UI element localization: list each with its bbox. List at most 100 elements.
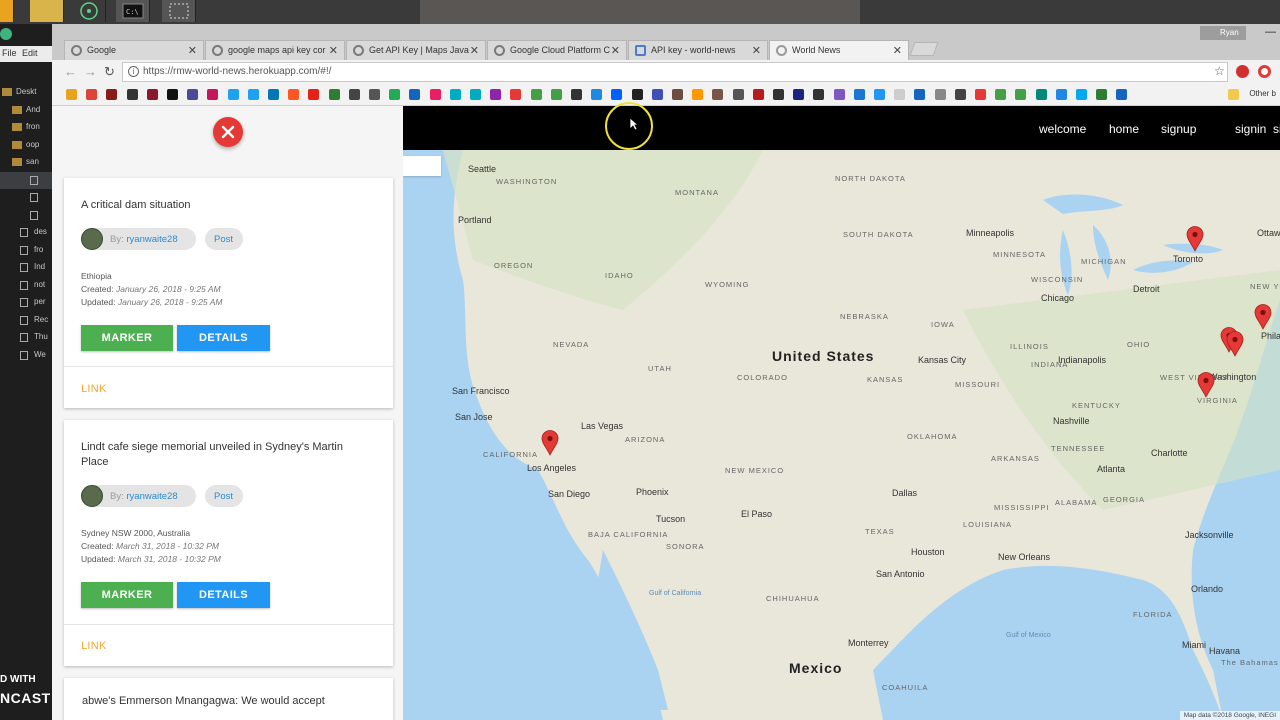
bookmark-favicon-icon[interactable] <box>308 89 320 100</box>
bookmark-favicon-icon[interactable] <box>1096 89 1108 100</box>
tab-google[interactable]: Google ✕ <box>64 40 204 60</box>
bookmark-favicon-icon[interactable] <box>793 89 805 100</box>
bookmark-favicon-icon[interactable] <box>611 89 623 100</box>
map-attribution[interactable]: Map data ©2018 Google, INEGI <box>1179 711 1280 720</box>
close-tab-icon[interactable]: ✕ <box>893 44 902 57</box>
close-sidebar-button[interactable] <box>213 117 243 147</box>
bookmark-favicon-icon[interactable] <box>874 89 885 100</box>
menu-file[interactable]: File <box>2 48 17 58</box>
marker-button[interactable]: MARKER <box>81 325 173 351</box>
nav-signup[interactable]: signup <box>1161 122 1196 136</box>
tab-world-news[interactable]: World News ✕ <box>769 40 909 60</box>
bookmark-favicon-icon[interactable] <box>975 89 986 100</box>
bookmark-favicon-icon[interactable] <box>1076 89 1087 100</box>
bookmark-favicon-icon[interactable] <box>126 89 138 100</box>
bookmark-favicon-icon[interactable] <box>894 89 906 100</box>
tab-cloud-platform[interactable]: Google Cloud Platform C ✕ <box>487 40 627 60</box>
bookmark-favicon-icon[interactable] <box>449 89 461 100</box>
bookmark-favicon-icon[interactable] <box>813 89 825 100</box>
close-tab-icon[interactable]: ✕ <box>752 44 761 57</box>
post-chip[interactable]: Post <box>205 228 243 250</box>
post-chip[interactable]: Post <box>205 485 243 507</box>
map-marker-icon[interactable] <box>541 430 559 456</box>
tab-get-api-key[interactable]: Get API Key | Maps Java ✕ <box>346 40 486 60</box>
tab-google-search[interactable]: google maps api key cor ✕ <box>205 40 345 60</box>
adblock-extension-icon[interactable] <box>1236 65 1249 78</box>
marker-button[interactable]: MARKER <box>81 582 173 608</box>
back-arrow-icon[interactable]: ← <box>64 64 77 79</box>
bookmark-favicon-icon[interactable] <box>571 89 582 100</box>
bookmark-favicon-icon[interactable] <box>106 89 118 100</box>
bookmark-favicon-icon[interactable] <box>732 89 744 100</box>
menu-edit[interactable]: Edit <box>22 48 38 58</box>
close-tab-icon[interactable]: ✕ <box>470 44 479 57</box>
bookmark-favicon-icon[interactable] <box>672 89 683 100</box>
bookmark-favicon-icon[interactable] <box>692 89 704 100</box>
folder-item[interactable]: san <box>0 154 52 171</box>
map-marker-icon[interactable] <box>1197 372 1215 398</box>
bookmark-favicon-icon[interactable] <box>247 89 259 100</box>
bookmark-favicon-icon[interactable] <box>1116 89 1128 100</box>
snipping-tool-icon[interactable] <box>162 0 196 22</box>
bookmark-favicon-icon[interactable] <box>187 89 199 100</box>
file-item[interactable]: not <box>0 277 52 294</box>
file-item[interactable]: Ind <box>0 259 52 276</box>
bookmark-favicon-icon[interactable] <box>550 89 562 100</box>
site-info-icon[interactable]: i <box>128 66 139 77</box>
file-item[interactable]: per <box>0 294 52 311</box>
bookmark-favicon-icon[interactable] <box>389 89 401 100</box>
bookmark-favicon-icon[interactable] <box>631 89 643 100</box>
forward-arrow-icon[interactable]: → <box>84 64 97 79</box>
bookmark-favicon-icon[interactable] <box>167 89 178 100</box>
bookmark-favicon-icon[interactable] <box>268 89 279 100</box>
file-item[interactable]: fro <box>0 242 52 259</box>
bookmark-favicon-icon[interactable] <box>1035 89 1047 100</box>
url-input[interactable]: i https://rmw-world-news.herokuapp.com/#… <box>122 62 1228 82</box>
window-controls[interactable]: — <box>1265 26 1276 38</box>
bookmark-favicon-icon[interactable] <box>429 89 441 100</box>
bookmark-favicon-icon[interactable] <box>490 89 502 100</box>
file-item[interactable]: Thu <box>0 329 52 346</box>
nav-home[interactable]: home <box>1109 122 1139 136</box>
file-item[interactable] <box>0 207 52 224</box>
bookmark-favicon-icon[interactable] <box>66 89 77 100</box>
details-button[interactable]: DETAILS <box>177 582 270 608</box>
app-icon[interactable] <box>0 0 14 22</box>
world-map[interactable]: Seattle Portland San Francisco San Jose Los … <box>403 150 1280 720</box>
bookmark-favicon-icon[interactable] <box>752 89 764 100</box>
tab-api-key[interactable]: API key - world-news ✕ <box>628 40 768 60</box>
bookmark-favicon-icon[interactable] <box>1055 89 1067 100</box>
author-name[interactable]: ryanwaite28 <box>126 234 177 245</box>
bookmark-favicon-icon[interactable] <box>591 89 603 100</box>
bookmark-favicon-icon[interactable] <box>934 89 946 100</box>
folder-item[interactable]: fron <box>0 119 52 136</box>
new-tab-button[interactable] <box>909 42 939 56</box>
link-button[interactable]: LINK <box>81 640 107 652</box>
file-item[interactable] <box>0 189 52 206</box>
bookmark-favicon-icon[interactable] <box>1015 89 1027 100</box>
details-button[interactable]: DETAILS <box>177 325 270 351</box>
close-tab-icon[interactable]: ✕ <box>329 44 338 57</box>
bookmark-favicon-icon[interactable] <box>369 89 380 100</box>
bookmark-star-icon[interactable]: ☆ <box>1214 64 1225 78</box>
map-marker-icon[interactable] <box>1254 304 1272 330</box>
bookmark-favicon-icon[interactable] <box>328 89 340 100</box>
bookmark-favicon-icon[interactable] <box>288 89 300 100</box>
nav-signin[interactable]: signin <box>1235 122 1266 136</box>
nav-signout[interactable]: si <box>1273 122 1280 136</box>
close-tab-icon[interactable]: ✕ <box>611 44 620 57</box>
bookmark-favicon-icon[interactable] <box>86 89 98 100</box>
folder-item[interactable]: Deskt <box>0 84 52 101</box>
bookmark-favicon-icon[interactable] <box>954 89 966 100</box>
bookmark-favicon-icon[interactable] <box>833 89 845 100</box>
file-item[interactable]: We <box>0 347 52 364</box>
bookmark-favicon-icon[interactable] <box>348 89 360 100</box>
bookmark-favicon-icon[interactable] <box>995 89 1007 100</box>
author-name[interactable]: ryanwaite28 <box>126 491 177 502</box>
file-item[interactable] <box>0 171 52 189</box>
atom-icon[interactable] <box>72 0 106 22</box>
folder-item[interactable]: And <box>0 102 52 119</box>
bookmark-favicon-icon[interactable] <box>914 89 926 100</box>
opera-extension-icon[interactable] <box>1258 65 1271 78</box>
other-bookmarks[interactable]: Other b <box>1249 89 1276 98</box>
